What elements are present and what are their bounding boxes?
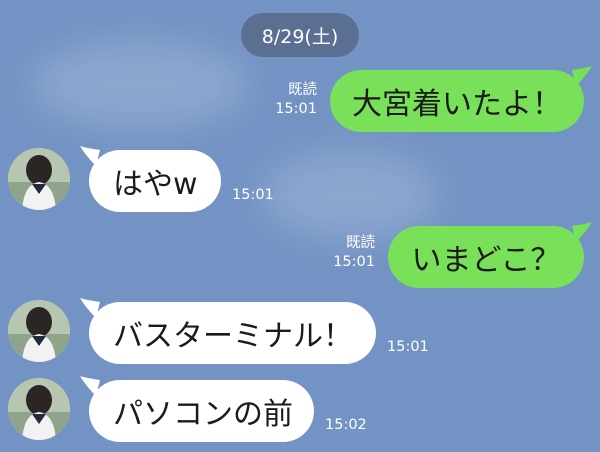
read-receipt: 既読 <box>346 235 375 251</box>
message-text: バスターミナル！ <box>113 319 353 354</box>
avatar-icon[interactable] <box>8 378 70 440</box>
message-bubble-incoming[interactable]: バスターミナル！ <box>89 302 376 364</box>
background-cloud <box>30 40 250 130</box>
message-text: いまどこ？ <box>411 243 561 278</box>
avatar-icon[interactable] <box>8 300 70 362</box>
message-bubble-outgoing[interactable]: いまどこ？ <box>388 226 584 288</box>
message-bubble-outgoing[interactable]: 大宮着いたよ！ <box>330 70 584 132</box>
message-meta: 既読 15:01 <box>275 81 317 119</box>
avatar-icon[interactable] <box>8 148 70 210</box>
message-text: パソコンの前 <box>113 397 293 432</box>
message-time: 15:01 <box>232 187 274 203</box>
message-meta: 既読 15:01 <box>333 234 375 272</box>
message-text: はやw <box>113 167 198 202</box>
message-time: 15:01 <box>333 254 375 270</box>
message-time: 15:01 <box>387 339 429 355</box>
date-separator: 8/29(土) <box>241 13 359 57</box>
message-bubble-incoming[interactable]: はやw <box>89 150 221 212</box>
message-text: 大宮着いたよ！ <box>352 87 562 122</box>
read-receipt: 既読 <box>288 82 317 98</box>
message-bubble-incoming[interactable]: パソコンの前 <box>89 380 314 442</box>
message-time: 15:01 <box>275 101 317 117</box>
message-time: 15:02 <box>325 417 367 433</box>
